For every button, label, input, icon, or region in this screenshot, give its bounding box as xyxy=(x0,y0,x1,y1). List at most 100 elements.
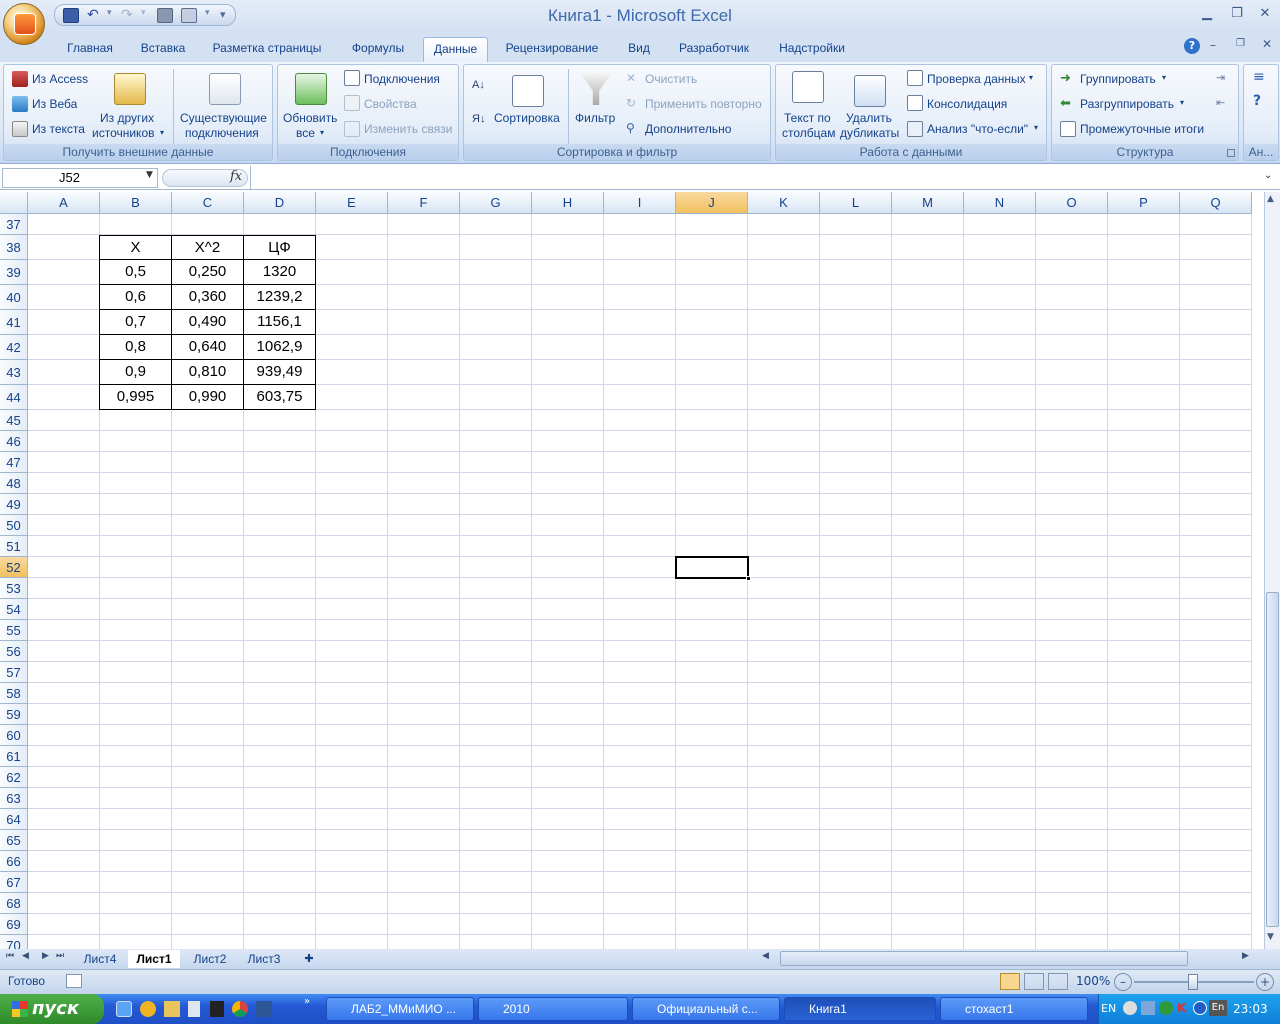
sheet-tab-1[interactable]: Лист1 xyxy=(128,950,180,968)
scroll-up-icon[interactable]: ▲ xyxy=(1267,194,1274,204)
cell-K43[interactable] xyxy=(748,360,820,385)
cell-O40[interactable] xyxy=(1036,285,1108,310)
cell-P41[interactable] xyxy=(1108,310,1180,335)
cell-G50[interactable] xyxy=(460,515,532,536)
cell-A39[interactable] xyxy=(28,260,100,285)
active-cell-selection[interactable] xyxy=(675,556,749,579)
cell-G69[interactable] xyxy=(460,914,532,935)
remove-duplicates-label-2[interactable]: дубликаты xyxy=(840,126,899,140)
tab-data[interactable]: Данные xyxy=(423,37,488,62)
tray-antivirus-icon[interactable]: K xyxy=(1177,1001,1191,1015)
cell-L70[interactable] xyxy=(820,935,892,949)
cell-J47[interactable] xyxy=(676,452,748,473)
cell-D58[interactable] xyxy=(244,683,316,704)
cell-N54[interactable] xyxy=(964,599,1036,620)
quicklaunch-ie-icon[interactable] xyxy=(116,1001,132,1017)
cell-F46[interactable] xyxy=(388,431,460,452)
advanced-button[interactable]: Дополнительно xyxy=(645,122,731,136)
cell-M45[interactable] xyxy=(892,410,964,431)
cell-Q43[interactable] xyxy=(1180,360,1252,385)
sort-az-icon[interactable]: A↓ xyxy=(472,79,485,91)
cell-G70[interactable] xyxy=(460,935,532,949)
cell-J40[interactable] xyxy=(676,285,748,310)
column-header-m[interactable]: M xyxy=(892,192,964,214)
cell-C62[interactable] xyxy=(172,767,244,788)
cell-L38[interactable] xyxy=(820,235,892,260)
cell-Q46[interactable] xyxy=(1180,431,1252,452)
cell-H65[interactable] xyxy=(532,830,604,851)
cell-M37[interactable] xyxy=(892,214,964,235)
cell-D47[interactable] xyxy=(244,452,316,473)
cell-G52[interactable] xyxy=(460,557,532,578)
cell-C69[interactable] xyxy=(172,914,244,935)
cell-B64[interactable] xyxy=(100,809,172,830)
cell-G64[interactable] xyxy=(460,809,532,830)
cell-D46[interactable] xyxy=(244,431,316,452)
row-header-64[interactable]: 64 xyxy=(0,809,28,830)
cell-N68[interactable] xyxy=(964,893,1036,914)
cell-K46[interactable] xyxy=(748,431,820,452)
cell-H43[interactable] xyxy=(532,360,604,385)
cell-I62[interactable] xyxy=(604,767,676,788)
cell-D61[interactable] xyxy=(244,746,316,767)
row-header-70[interactable]: 70 xyxy=(0,935,28,949)
cell-H37[interactable] xyxy=(532,214,604,235)
cell-J68[interactable] xyxy=(676,893,748,914)
cell-L43[interactable] xyxy=(820,360,892,385)
cell-L65[interactable] xyxy=(820,830,892,851)
cell-I38[interactable] xyxy=(604,235,676,260)
column-header-b[interactable]: B xyxy=(100,192,172,214)
cell-J66[interactable] xyxy=(676,851,748,872)
cell-E64[interactable] xyxy=(316,809,388,830)
cell-P45[interactable] xyxy=(1108,410,1180,431)
cell-J60[interactable] xyxy=(676,725,748,746)
row-header-44[interactable]: 44 xyxy=(0,385,28,410)
cell-F51[interactable] xyxy=(388,536,460,557)
cell-B62[interactable] xyxy=(100,767,172,788)
consolidate-button[interactable]: Консолидация xyxy=(927,97,1007,111)
cell-O70[interactable] xyxy=(1036,935,1108,949)
cell-J64[interactable] xyxy=(676,809,748,830)
cell-N38[interactable] xyxy=(964,235,1036,260)
cell-P63[interactable] xyxy=(1108,788,1180,809)
existing-connections-label-1[interactable]: Существующие xyxy=(180,111,267,125)
cell-P53[interactable] xyxy=(1108,578,1180,599)
cell-Q51[interactable] xyxy=(1180,536,1252,557)
row-header-41[interactable]: 41 xyxy=(0,310,28,335)
cell-C52[interactable] xyxy=(172,557,244,578)
cell-F56[interactable] xyxy=(388,641,460,662)
cell-O55[interactable] xyxy=(1036,620,1108,641)
cell-E59[interactable] xyxy=(316,704,388,725)
cell-K42[interactable] xyxy=(748,335,820,360)
cell-G47[interactable] xyxy=(460,452,532,473)
cell-K64[interactable] xyxy=(748,809,820,830)
cell-M53[interactable] xyxy=(892,578,964,599)
cell-D66[interactable] xyxy=(244,851,316,872)
cell-D51[interactable] xyxy=(244,536,316,557)
cell-C50[interactable] xyxy=(172,515,244,536)
cell-K66[interactable] xyxy=(748,851,820,872)
cell-I70[interactable] xyxy=(604,935,676,949)
cell-H41[interactable] xyxy=(532,310,604,335)
filter-button[interactable]: Фильтр xyxy=(575,111,615,125)
cell-D60[interactable] xyxy=(244,725,316,746)
cell-A43[interactable] xyxy=(28,360,100,385)
cell-P38[interactable] xyxy=(1108,235,1180,260)
cell-E62[interactable] xyxy=(316,767,388,788)
cell-A64[interactable] xyxy=(28,809,100,830)
cell-J54[interactable] xyxy=(676,599,748,620)
cell-N60[interactable] xyxy=(964,725,1036,746)
cell-N46[interactable] xyxy=(964,431,1036,452)
cell-N53[interactable] xyxy=(964,578,1036,599)
cell-J70[interactable] xyxy=(676,935,748,949)
cell-Q53[interactable] xyxy=(1180,578,1252,599)
cell-D45[interactable] xyxy=(244,410,316,431)
reapply-button[interactable]: Применить повторно xyxy=(645,97,762,111)
cell-I53[interactable] xyxy=(604,578,676,599)
ungroup-button[interactable]: Разгруппировать xyxy=(1080,97,1174,111)
cell-I65[interactable] xyxy=(604,830,676,851)
clear-button[interactable]: Очистить xyxy=(645,72,697,86)
cell-H48[interactable] xyxy=(532,473,604,494)
row-header-40[interactable]: 40 xyxy=(0,285,28,310)
cell-I43[interactable] xyxy=(604,360,676,385)
